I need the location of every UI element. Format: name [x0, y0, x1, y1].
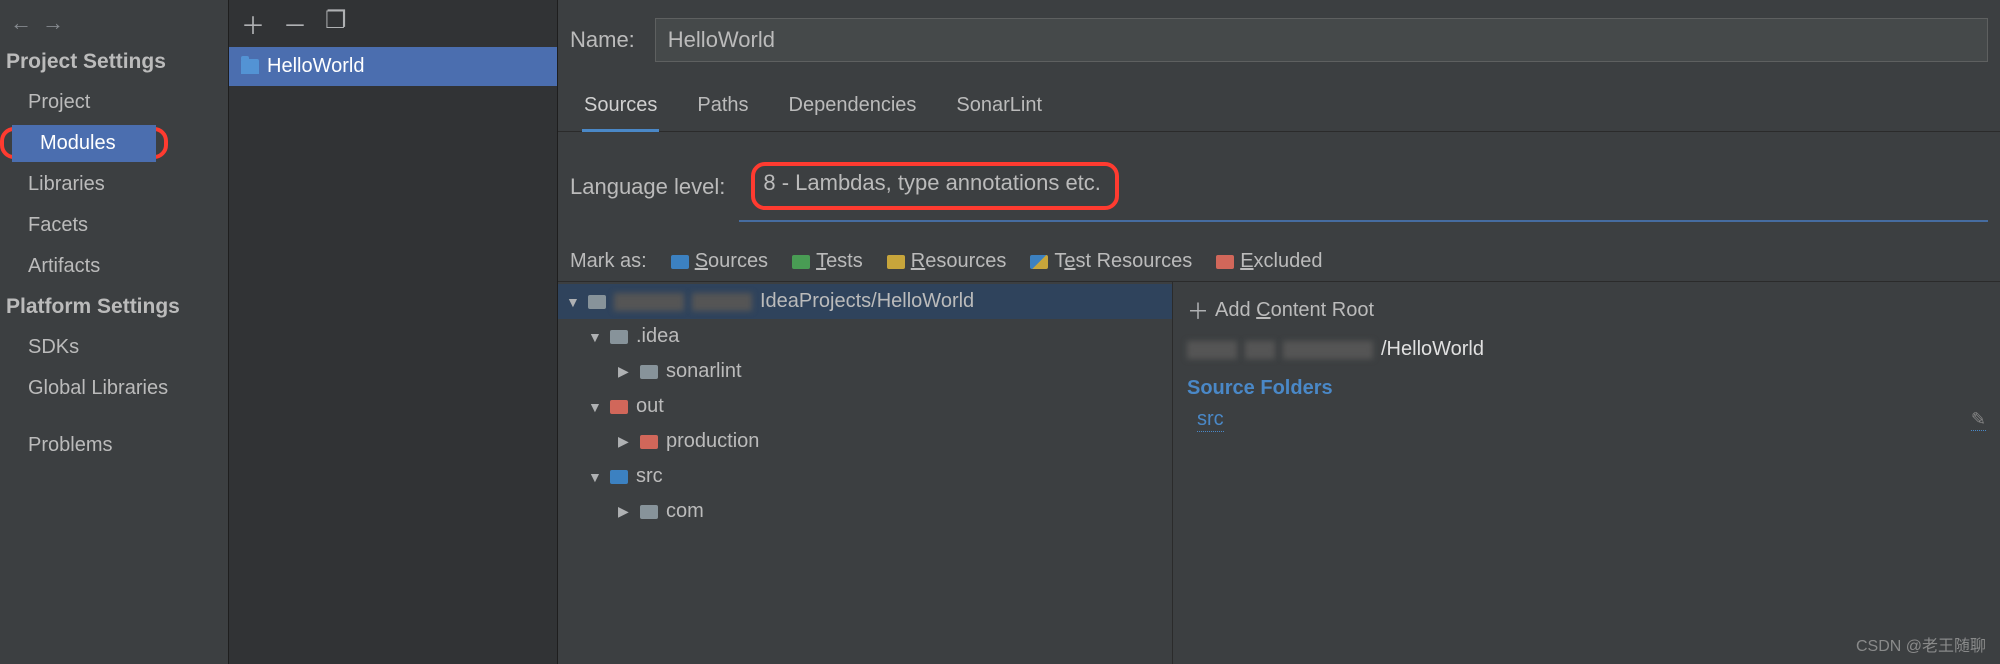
content-root-path[interactable]: /HelloWorld	[1187, 332, 1986, 371]
tree-root[interactable]: IdeaProjects/HelloWorld	[558, 284, 1172, 319]
tab-paths[interactable]: Paths	[695, 84, 750, 131]
redacted-text	[1187, 341, 1237, 359]
folder-orange-icon	[610, 400, 628, 414]
folder-orange-icon	[1216, 255, 1234, 269]
module-tabs: Sources Paths Dependencies SonarLint	[558, 84, 2000, 132]
redacted-text	[1245, 341, 1275, 359]
nav-project[interactable]: Project	[0, 84, 118, 121]
tree-com[interactable]: com	[558, 494, 1172, 529]
chevron-down-icon[interactable]	[588, 399, 602, 415]
mark-as-label: Mark as:	[570, 250, 647, 273]
source-tree: IdeaProjects/HelloWorld .idea sonarlint …	[558, 282, 1173, 664]
folder-icon	[588, 295, 606, 309]
nav-problems[interactable]: Problems	[0, 427, 140, 464]
edit-icon[interactable]: ✎	[1971, 409, 1986, 431]
mark-resources-button[interactable]: Resources	[887, 250, 1007, 273]
content-root-pane: ＋ Add Content Root /HelloWorld Source Fo…	[1173, 282, 2000, 664]
nav-sdks[interactable]: SDKs	[0, 329, 107, 366]
add-module-icon[interactable]: ＋	[241, 6, 265, 41]
tree-root-label: IdeaProjects/HelloWorld	[760, 290, 974, 313]
folder-icon	[640, 505, 658, 519]
chevron-down-icon[interactable]	[566, 294, 580, 310]
watermark: CSDN @老王随聊	[1856, 632, 1986, 656]
folder-orange-icon	[640, 435, 658, 449]
nav-modules[interactable]: Modules	[12, 125, 156, 162]
chevron-down-icon[interactable]	[588, 469, 602, 485]
module-item-helloworld[interactable]: HelloWorld	[229, 47, 557, 86]
tree-sonarlint[interactable]: sonarlint	[558, 354, 1172, 389]
chevron-right-icon[interactable]	[618, 363, 632, 380]
module-detail-panel: Name: Sources Paths Dependencies SonarLi…	[558, 0, 2000, 664]
copy-module-icon[interactable]: ❐	[325, 6, 347, 41]
chevron-right-icon[interactable]	[618, 433, 632, 450]
nav-artifacts[interactable]: Artifacts	[0, 248, 128, 285]
mark-test-resources-button[interactable]: Test Resources	[1030, 250, 1192, 273]
module-name-input[interactable]	[655, 18, 1988, 62]
section-project-settings: Project Settings	[0, 42, 228, 82]
folder-blue-icon	[671, 255, 689, 269]
settings-nav: ← → Project Settings Project Modules Lib…	[0, 0, 228, 664]
nav-back-icon[interactable]: ←	[10, 10, 32, 36]
tab-sonarlint[interactable]: SonarLint	[954, 84, 1044, 131]
nav-facets[interactable]: Facets	[0, 207, 116, 244]
section-platform-settings: Platform Settings	[0, 287, 228, 327]
remove-module-icon[interactable]: －	[283, 6, 307, 41]
chevron-down-icon[interactable]	[588, 329, 602, 345]
folder-multi-icon	[1030, 255, 1048, 269]
folder-yellow-icon	[887, 255, 905, 269]
language-level-select[interactable]: 8 - Lambdas, type annotations etc.	[739, 152, 1988, 222]
mark-tests-button[interactable]: Tests	[792, 250, 863, 273]
source-folder-src[interactable]: src ✎	[1187, 406, 1986, 434]
folder-icon	[610, 330, 628, 344]
tree-idea[interactable]: .idea	[558, 319, 1172, 354]
name-label: Name:	[570, 27, 635, 53]
tree-out[interactable]: out	[558, 389, 1172, 424]
module-folder-icon	[241, 59, 259, 74]
tab-sources[interactable]: Sources	[582, 84, 659, 132]
language-level-value: 8 - Lambdas, type annotations etc.	[751, 162, 1119, 210]
mark-sources-button[interactable]: Sources	[671, 250, 768, 273]
module-list-panel: ＋ － ❐ HelloWorld	[228, 0, 558, 664]
nav-forward-icon[interactable]: →	[42, 10, 64, 36]
add-content-root-icon[interactable]: ＋	[1187, 294, 1209, 326]
nav-global-libraries[interactable]: Global Libraries	[0, 370, 196, 407]
chevron-right-icon[interactable]	[618, 503, 632, 520]
redacted-text	[614, 293, 684, 311]
tree-src[interactable]: src	[558, 459, 1172, 494]
add-content-root-label[interactable]: Add Content Root	[1215, 299, 1374, 322]
language-level-label: Language level:	[570, 174, 725, 200]
redacted-text	[1283, 341, 1373, 359]
source-folders-header: Source Folders	[1187, 371, 1986, 406]
module-item-label: HelloWorld	[267, 55, 364, 78]
nav-libraries[interactable]: Libraries	[0, 166, 133, 203]
folder-blue-icon	[610, 470, 628, 484]
tree-production[interactable]: production	[558, 424, 1172, 459]
folder-icon	[640, 365, 658, 379]
redacted-text	[692, 293, 752, 311]
mark-excluded-button[interactable]: Excluded	[1216, 250, 1322, 273]
folder-green-icon	[792, 255, 810, 269]
tab-dependencies[interactable]: Dependencies	[787, 84, 919, 131]
